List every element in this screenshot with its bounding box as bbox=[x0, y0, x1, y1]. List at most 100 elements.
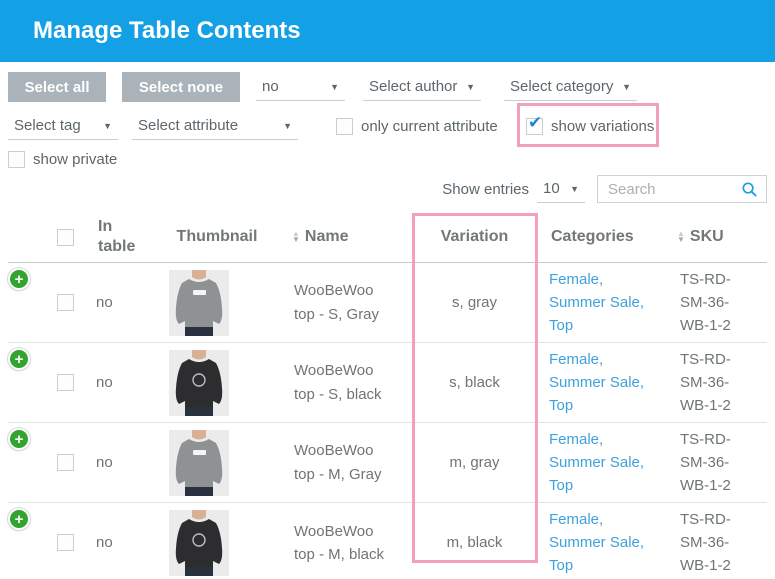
product-name: WooBeWoo top - M, black bbox=[294, 522, 385, 563]
chevron-down-icon: ▼ bbox=[103, 120, 112, 131]
variation-value: m, black bbox=[446, 534, 503, 552]
products-table-body: + ✔ no WooBeWoo top - S, Gray s, gra bbox=[8, 263, 767, 579]
page-header: Manage Table Contents bbox=[0, 0, 775, 62]
search-box bbox=[597, 175, 767, 203]
product-sku: TS-RD-SM-36-WB-1-2 bbox=[680, 270, 731, 335]
search-icon[interactable] bbox=[741, 181, 758, 198]
products-table: ✔ In table Thumbnail ▲ ▼ Name Variation … bbox=[8, 212, 767, 579]
page-title: Manage Table Contents bbox=[33, 17, 301, 44]
dropdown-label: Select author bbox=[369, 78, 458, 95]
show-variations-label: show variations bbox=[551, 117, 655, 135]
toolbar-row-1: Select all Select none no ▼ Select autho… bbox=[8, 72, 767, 102]
category-link[interactable]: Top bbox=[549, 557, 573, 574]
product-thumbnail bbox=[168, 269, 230, 336]
col-header-categories: Categories bbox=[551, 228, 634, 245]
category-link[interactable]: Female bbox=[549, 431, 599, 448]
variation-value: s, gray bbox=[451, 294, 497, 311]
dropdown-label: Select category bbox=[510, 78, 614, 95]
dropdown-label: Select attribute bbox=[138, 117, 239, 134]
only-current-attribute-option: ✔ only current attribute bbox=[336, 117, 498, 135]
attribute-filter-dropdown[interactable]: Select attribute ▼ bbox=[132, 112, 298, 140]
product-thumbnail bbox=[168, 349, 230, 416]
product-sku: TS-RD-SM-36-WB-1-2 bbox=[680, 350, 731, 415]
dropdown-label: Select tag bbox=[14, 117, 81, 134]
row-checkbox[interactable]: ✔ bbox=[56, 454, 74, 471]
plus-icon: + bbox=[14, 270, 24, 288]
in-table-value: no bbox=[96, 374, 113, 391]
checkmark-icon: ✔ bbox=[528, 112, 543, 132]
show-variations-checkbox[interactable]: ✔ bbox=[526, 113, 543, 135]
show-variations-option: ✔ show variations bbox=[526, 113, 655, 135]
sort-icon: ▲ ▼ bbox=[292, 229, 300, 244]
chevron-down-icon: ▼ bbox=[283, 120, 292, 131]
tag-filter-dropdown[interactable]: Select tag ▼ bbox=[8, 112, 118, 140]
dropdown-value: no bbox=[262, 78, 279, 95]
product-name: WooBeWoo top - M, Gray bbox=[294, 442, 382, 483]
dropdown-value: 10 bbox=[543, 180, 560, 197]
table-header-row: ✔ In table Thumbnail ▲ ▼ Name Variation … bbox=[8, 212, 767, 263]
category-link[interactable]: Female bbox=[549, 271, 599, 288]
product-categories: Female, Summer Sale, Top bbox=[549, 430, 645, 495]
col-header-name[interactable]: ▲ ▼ Name bbox=[282, 212, 412, 263]
only-current-attribute-checkbox[interactable]: ✔ bbox=[336, 117, 353, 135]
in-table-filter-dropdown[interactable]: no ▼ bbox=[256, 73, 345, 101]
chevron-down-icon: ▼ bbox=[330, 81, 339, 92]
category-link[interactable]: Female bbox=[549, 511, 599, 528]
show-private-option: ✔ show private bbox=[8, 150, 118, 168]
col-header-sku[interactable]: ▲ ▼ SKU bbox=[670, 212, 767, 263]
product-sku: TS-RD-SM-36-WB-1-2 bbox=[680, 510, 731, 575]
toolbar-row-3: ✔ show private bbox=[8, 149, 767, 169]
category-link[interactable]: Female bbox=[549, 351, 599, 368]
sort-icon: ▲ ▼ bbox=[677, 229, 685, 244]
select-none-button[interactable]: Select none bbox=[122, 72, 240, 102]
add-to-table-button[interactable]: + bbox=[8, 348, 30, 370]
plus-icon: + bbox=[14, 510, 24, 528]
product-thumbnail bbox=[168, 509, 230, 576]
product-categories: Female, Summer Sale, Top bbox=[549, 350, 645, 415]
col-header-variation: Variation bbox=[440, 228, 509, 245]
add-to-table-button[interactable]: + bbox=[8, 428, 30, 450]
show-private-label: show private bbox=[33, 150, 118, 168]
show-private-checkbox[interactable]: ✔ bbox=[8, 150, 25, 168]
plus-icon: + bbox=[14, 430, 24, 448]
col-header-in-table: In table bbox=[98, 218, 136, 255]
chevron-down-icon: ▼ bbox=[466, 81, 475, 92]
product-sku: TS-RD-SM-36-WB-1-2 bbox=[680, 430, 731, 495]
manage-table-contents-panel: Manage Table Contents Select all Select … bbox=[0, 0, 775, 579]
only-current-attribute-label: only current attribute bbox=[361, 117, 498, 135]
category-link[interactable]: Top bbox=[549, 317, 573, 334]
product-thumbnail bbox=[168, 429, 230, 496]
table-row: + ✔ no WooBeWoo top - M, black m, bl bbox=[8, 502, 767, 579]
add-to-table-button[interactable]: + bbox=[8, 268, 30, 290]
category-filter-dropdown[interactable]: Select category ▼ bbox=[504, 73, 637, 101]
variation-value: m, gray bbox=[449, 454, 500, 471]
category-link[interactable]: Top bbox=[549, 397, 573, 414]
entries-per-page-dropdown[interactable]: 10 ▼ bbox=[537, 175, 585, 203]
table-row: + ✔ no WooBeWoo top - M, Gray m, gra bbox=[8, 422, 767, 503]
category-link[interactable]: Top bbox=[549, 477, 573, 494]
add-to-table-button[interactable]: + bbox=[8, 508, 30, 530]
select-all-rows-checkbox[interactable]: ✔ bbox=[56, 228, 74, 246]
search-input[interactable] bbox=[606, 179, 741, 199]
plus-icon: + bbox=[14, 350, 24, 368]
product-categories: Female, Summer Sale, Top bbox=[549, 510, 645, 575]
select-all-button[interactable]: Select all bbox=[8, 72, 106, 102]
row-checkbox[interactable]: ✔ bbox=[56, 374, 74, 391]
product-name: WooBeWoo top - S, black bbox=[294, 362, 382, 403]
in-table-value: no bbox=[96, 534, 113, 552]
row-checkbox[interactable]: ✔ bbox=[56, 294, 74, 311]
table-row: + ✔ no WooBeWoo top - S, black s, bl bbox=[8, 342, 767, 423]
product-categories: Female, Summer Sale, Top bbox=[549, 270, 645, 335]
category-link[interactable]: Summer Sale bbox=[549, 374, 640, 391]
list-controls: Show entries 10 ▼ bbox=[8, 175, 767, 203]
category-link[interactable]: Summer Sale bbox=[549, 534, 640, 551]
product-name: WooBeWoo top - S, Gray bbox=[294, 282, 380, 323]
in-table-value: no bbox=[96, 454, 113, 471]
row-checkbox[interactable]: ✔ bbox=[56, 534, 74, 552]
category-link[interactable]: Summer Sale bbox=[549, 294, 640, 311]
toolbar-row-2: Select tag ▼ Select attribute ▼ ✔ only c… bbox=[8, 107, 767, 145]
category-link[interactable]: Summer Sale bbox=[549, 454, 640, 471]
author-filter-dropdown[interactable]: Select author ▼ bbox=[363, 73, 481, 101]
chevron-down-icon: ▼ bbox=[570, 183, 579, 194]
col-header-thumbnail: Thumbnail bbox=[176, 228, 258, 245]
